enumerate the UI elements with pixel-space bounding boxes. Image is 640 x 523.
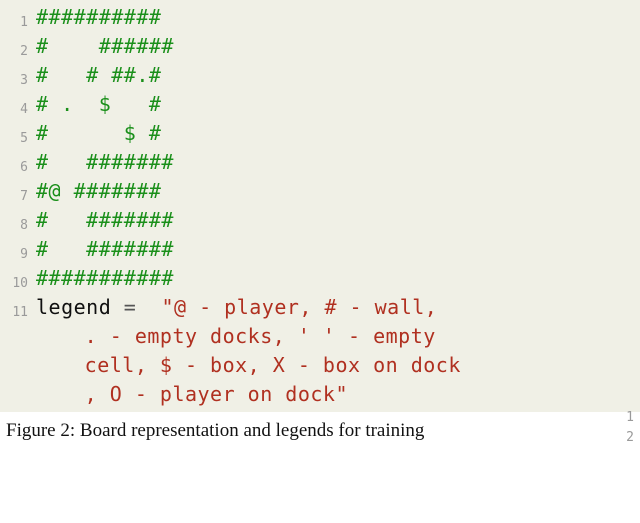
code-line: 5 # $ # xyxy=(0,119,640,148)
figure-caption: Figure 2: Board representation and legen… xyxy=(6,420,610,442)
code-line: 3 # # ##.# xyxy=(0,61,640,90)
right-margin-number: 1 xyxy=(626,410,634,425)
board-row: # ####### xyxy=(36,148,640,177)
right-margin-numbers: 1 2 xyxy=(610,416,634,436)
code-line: 2 # ###### xyxy=(0,32,640,61)
string-body-1: @ - player, # - wall, xyxy=(174,295,437,319)
line-number: 11 xyxy=(0,304,36,323)
line-number: 6 xyxy=(0,159,36,178)
board-row: # ####### xyxy=(36,206,640,235)
right-margin-number: 2 xyxy=(626,430,634,445)
line-number: 9 xyxy=(0,246,36,265)
code-line: 6 # ####### xyxy=(0,148,640,177)
figure-caption-row: Figure 2: Board representation and legen… xyxy=(0,412,640,442)
board-row: # # ##.# xyxy=(36,61,640,90)
string-body-4: , O - player on dock xyxy=(72,382,335,406)
code-line: 9 # ####### xyxy=(0,235,640,264)
caption-body: Board representation and legends for tra… xyxy=(80,420,425,441)
board-row: # $ # xyxy=(36,119,640,148)
code-line: 7 #@ ####### xyxy=(0,177,640,206)
line-number: 8 xyxy=(0,217,36,236)
line-number: 5 xyxy=(0,130,36,149)
code-listing: 1 ########## 2 # ###### 3 # # ##.# 4 # .… xyxy=(0,0,640,412)
board-row: # . $ # xyxy=(36,90,640,119)
code-line: 1 ########## xyxy=(0,3,640,32)
board-row: #@ ####### xyxy=(36,177,640,206)
line-number: 1 xyxy=(0,14,36,33)
line-number: 4 xyxy=(0,101,36,120)
string-body-3: cell, $ - box, X - box on dock xyxy=(72,353,461,377)
legend-line: legend = "@ - player, # - wall, . - empt… xyxy=(36,293,640,409)
equals-sign: = xyxy=(124,295,137,319)
line-number: 2 xyxy=(0,43,36,62)
board-row: # ###### xyxy=(36,32,640,61)
board-row: ########### xyxy=(36,264,640,293)
board-row: # ####### xyxy=(36,235,640,264)
code-line: 8 # ####### xyxy=(0,206,640,235)
line-number: 7 xyxy=(0,188,36,207)
string-body-2: . - empty docks, ' ' - empty xyxy=(72,324,436,348)
legend-identifier: legend xyxy=(36,295,111,319)
line-number: 10 xyxy=(0,275,36,294)
line-number: 3 xyxy=(0,72,36,91)
string-close-quote: " xyxy=(335,382,348,406)
code-line: 4 # . $ # xyxy=(0,90,640,119)
caption-prefix: Figure 2: xyxy=(6,420,80,441)
board-row: ########## xyxy=(36,3,640,32)
string-open-quote: " xyxy=(161,295,174,319)
code-line-legend: 11 legend = "@ - player, # - wall, . - e… xyxy=(0,293,640,409)
code-line: 10 ########### xyxy=(0,264,640,293)
